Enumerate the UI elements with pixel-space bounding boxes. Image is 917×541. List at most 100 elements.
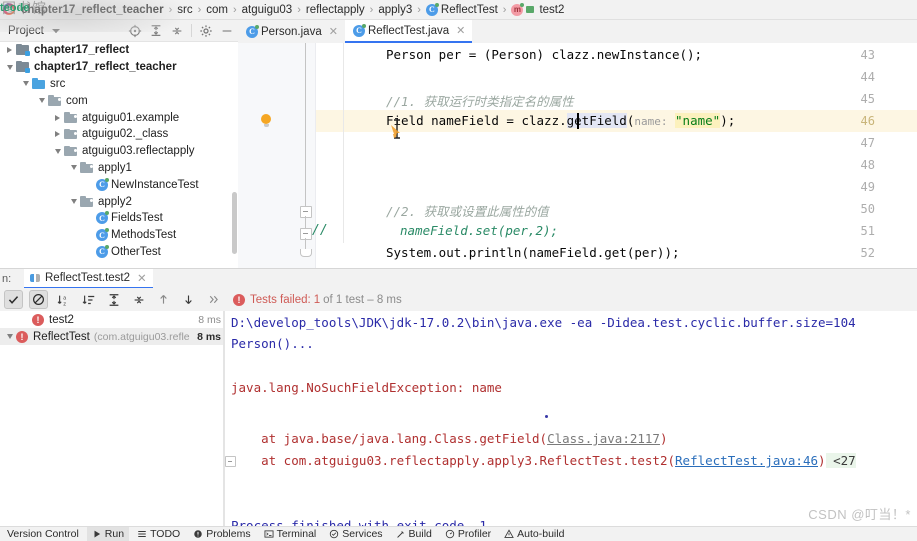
gear-icon[interactable] <box>199 24 213 38</box>
code-fold-marker[interactable] <box>300 206 312 218</box>
code-fold-marker[interactable] <box>300 249 312 257</box>
collapse-all-icon[interactable] <box>170 24 184 38</box>
status-bar-item-terminal[interactable]: Terminal <box>259 527 322 541</box>
breadcrumb-item-com[interactable]: com <box>204 4 230 16</box>
collapse-all-button[interactable] <box>129 290 148 309</box>
project-tree-item[interactable]: C NewInstanceTest <box>0 176 238 193</box>
close-icon[interactable]: ✕ <box>137 271 147 285</box>
minimize-icon[interactable] <box>220 24 234 38</box>
chevron-right-icon[interactable] <box>52 129 63 140</box>
show-passed-button[interactable] <box>4 290 23 309</box>
console-text: D:\develop_tools\JDK\jdk-17.0.2\bin\java… <box>231 315 856 330</box>
breadcrumb-label: com <box>206 3 228 16</box>
project-tree-item-label: apply1 <box>98 161 132 174</box>
run-tab-reflecttest-test2[interactable]: ReflectTest.test2 ✕ <box>24 268 153 289</box>
expand-all-icon[interactable] <box>149 24 163 38</box>
project-tree-item-label: chapter17_reflect <box>34 44 130 57</box>
breadcrumb-separator: › <box>502 3 507 16</box>
sort-by-duration-button[interactable] <box>79 290 98 309</box>
next-failed-test-button[interactable] <box>179 290 198 309</box>
project-tree-item[interactable]: C OtherTest <box>0 244 238 261</box>
project-tree-item[interactable]: com <box>0 92 238 109</box>
project-tree-item[interactable]: atguigu01.example <box>0 109 238 126</box>
project-tree-item[interactable]: C MethodsTest <box>0 227 238 244</box>
test-tree-row[interactable]: ! ReflectTest (com.atguigu03.refle 8 ms <box>0 328 223 345</box>
breadcrumb-item-reflecttest[interactable]: C ReflectTest <box>424 2 500 16</box>
intention-bulb-icon[interactable] <box>260 114 272 128</box>
project-tree-item-label: OtherTest <box>111 245 161 258</box>
project-tree-item[interactable]: atguigu02._class <box>0 126 238 143</box>
project-tree-item[interactable]: atguigu03.reflectapply <box>0 143 238 160</box>
chevron-down-icon[interactable] <box>51 28 60 33</box>
close-icon[interactable]: ✕ <box>456 24 465 37</box>
chevron-down-icon[interactable] <box>68 162 79 173</box>
project-tree-item[interactable]: src <box>0 76 238 93</box>
breadcrumb-item-atguigu03[interactable]: atguigu03 <box>240 4 295 16</box>
code-fold-marker[interactable] <box>300 228 312 240</box>
project-tree-item[interactable]: C FieldsTest <box>0 210 238 227</box>
breadcrumb-item-apply3[interactable]: apply3 <box>376 4 414 16</box>
project-tree-item[interactable]: apply1 <box>0 160 238 177</box>
console-line-exception: java.lang.NoSuchFieldException: name <box>231 380 502 395</box>
breadcrumb-item-src[interactable]: src <box>175 4 194 16</box>
project-tree[interactable]: chapter17_reflect chapter17_reflect_teach… <box>0 42 238 268</box>
chevron-down-icon[interactable] <box>20 78 31 89</box>
tests-failed-label: Tests failed: <box>250 293 311 306</box>
prev-failed-test-button[interactable] <box>154 290 173 309</box>
project-tree-item[interactable]: chapter17_reflect_teacher <box>0 59 238 76</box>
test-results-tree[interactable]: ! test2 8 ms! ReflectTest (com.atguigu03.ref… <box>0 311 223 526</box>
problems-icon <box>193 529 203 539</box>
status-bar-item-todo[interactable]: TODO <box>132 527 185 541</box>
code-text: // <box>312 223 328 238</box>
console-output[interactable]: D:\develop_tools\JDK\jdk-17.0.2\bin\java… <box>225 311 917 526</box>
line-number: 45 <box>860 92 875 106</box>
breadcrumb-item-test2[interactable]: m test2 <box>509 2 566 16</box>
terminal-icon <box>264 529 274 539</box>
chevron-right-icon[interactable] <box>52 112 63 123</box>
chevron-down-icon[interactable] <box>36 95 47 106</box>
chevron-down-icon[interactable] <box>4 62 15 73</box>
line-number: 51 <box>860 224 875 238</box>
code-text: Person per = (Person) clazz.newInstance(… <box>386 47 703 62</box>
status-bar-item-auto-build[interactable]: Auto-build <box>499 527 569 541</box>
more-options-icon[interactable] <box>204 290 223 309</box>
code-editor[interactable]: 43 44 45 46 47 48 49 50 51 52 Person per… <box>238 43 917 268</box>
mouse-cursor-icon <box>391 119 400 139</box>
status-bar-item-label: Build <box>408 528 432 540</box>
text-caret <box>577 113 579 129</box>
stacktrace-link[interactable]: Class.java:2117 <box>547 431 660 446</box>
project-tree-item[interactable]: apply2 <box>0 193 238 210</box>
chevron-down-icon[interactable] <box>68 196 79 207</box>
chevron-down-icon[interactable] <box>4 334 16 339</box>
java-class-icon: C <box>96 244 109 258</box>
editor-tab-reflecttest[interactable]: C ReflectTest.java ✕ <box>344 20 473 43</box>
test-tree-row[interactable]: ! test2 8 ms <box>0 311 223 328</box>
status-bar-item-problems[interactable]: Problems <box>188 527 255 541</box>
breadcrumb-item-reflectapply[interactable]: reflectapply <box>304 4 367 16</box>
package-icon <box>64 145 78 157</box>
chevron-right-icon[interactable] <box>4 45 15 56</box>
status-bar-item-run[interactable]: Run <box>86 526 130 541</box>
status-bar-item-build[interactable]: Build <box>391 527 437 541</box>
project-tree-scrollbar[interactable] <box>232 192 237 254</box>
expand-all-button[interactable] <box>104 290 123 309</box>
status-bar-item-version-control[interactable]: Version Control <box>2 527 84 541</box>
status-bar-item-label: Services <box>342 528 383 540</box>
sort-alphabetically-button[interactable]: a z <box>54 290 73 309</box>
editor-tab-person[interactable]: C Person.java ✕ <box>238 20 345 43</box>
target-locate-icon[interactable] <box>128 24 142 38</box>
status-bar-item-profiler[interactable]: Profiler <box>440 527 496 541</box>
stacktrace-link-reflecttest[interactable]: ReflectTest.java:46 <box>675 453 818 468</box>
status-bar-item-services[interactable]: Services <box>324 527 387 541</box>
project-tree-item[interactable]: chapter17_reflect <box>0 42 238 59</box>
code-method-call: getField <box>566 113 627 128</box>
warning-icon <box>504 529 514 539</box>
close-icon[interactable]: ✕ <box>329 25 338 38</box>
breadcrumb-item-project[interactable]: chapter17_reflect_teacher <box>19 4 166 16</box>
hide-ignored-button[interactable] <box>29 290 48 309</box>
project-tree-item-label: src <box>50 77 66 90</box>
line-number: 47 <box>860 136 875 150</box>
chevron-down-icon[interactable] <box>52 146 63 157</box>
source-folder-icon <box>32 78 46 90</box>
